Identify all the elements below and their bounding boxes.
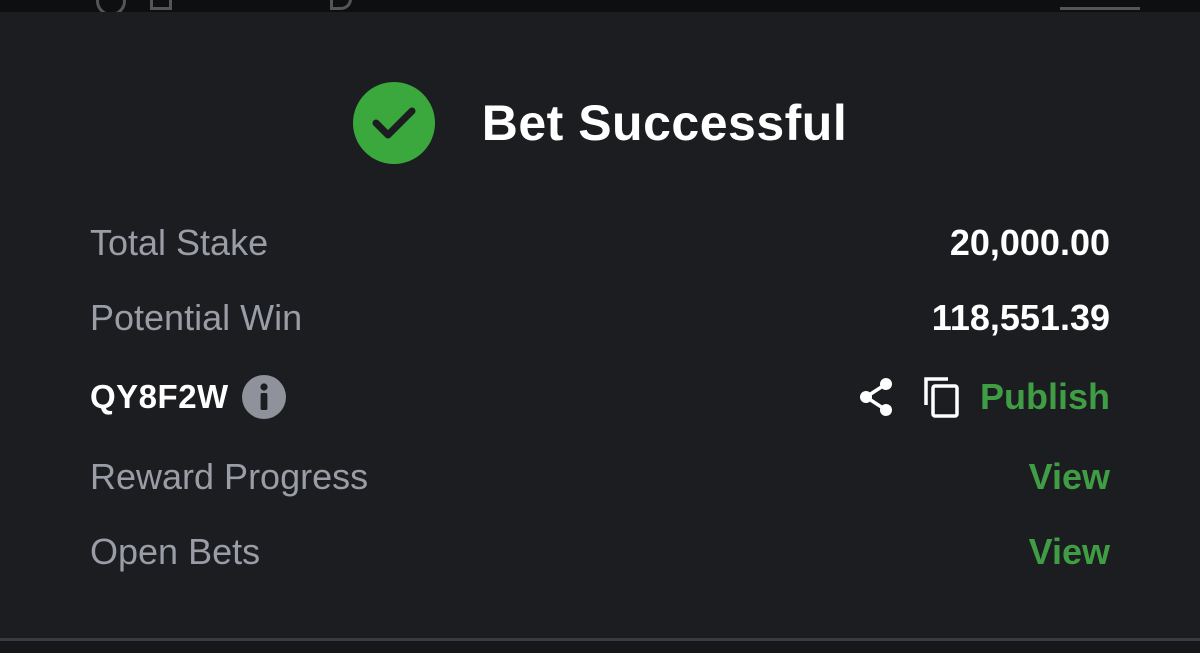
booking-code-group: QY8F2W (90, 375, 286, 419)
open-bets-row: Open Bets View (90, 527, 1110, 577)
partially-hidden-glyph (150, 0, 172, 10)
potential-win-label: Potential Win (90, 297, 303, 338)
open-bets-label: Open Bets (90, 531, 261, 572)
copy-icon[interactable] (922, 375, 962, 419)
total-stake-value: 20,000.00 (949, 222, 1110, 263)
partially-hidden-glyph (1060, 0, 1140, 10)
total-stake-label: Total Stake (90, 222, 269, 263)
info-icon[interactable] (241, 375, 286, 419)
page-title: Bet Successful (481, 95, 848, 151)
potential-win-value: 118,551.39 (931, 297, 1110, 338)
booking-code-row: QY8F2W Publish (90, 372, 1110, 422)
publish-button[interactable]: Publish (980, 376, 1110, 418)
success-header: Bet Successful (0, 80, 1200, 166)
booking-code: QY8F2W (90, 378, 229, 415)
booking-actions: Publish (856, 375, 1110, 419)
partially-hidden-glyph (330, 0, 352, 10)
top-status-strip (0, 0, 1200, 12)
potential-win-row: Potential Win 118,551.39 (90, 293, 1110, 343)
check-circle-icon (352, 82, 435, 164)
reward-progress-label: Reward Progress (90, 456, 369, 497)
open-bets-view-link[interactable]: View (1029, 531, 1110, 573)
reward-progress-row: Reward Progress View (90, 452, 1110, 502)
reward-progress-view-link[interactable]: View (1029, 456, 1110, 498)
total-stake-row: Total Stake 20,000.00 (90, 218, 1110, 268)
partially-hidden-icon (96, 0, 126, 12)
bottom-strip (0, 641, 1200, 653)
bet-success-panel: Bet Successful Total Stake 20,000.00 Pot… (0, 0, 1200, 653)
share-icon[interactable] (856, 376, 896, 418)
